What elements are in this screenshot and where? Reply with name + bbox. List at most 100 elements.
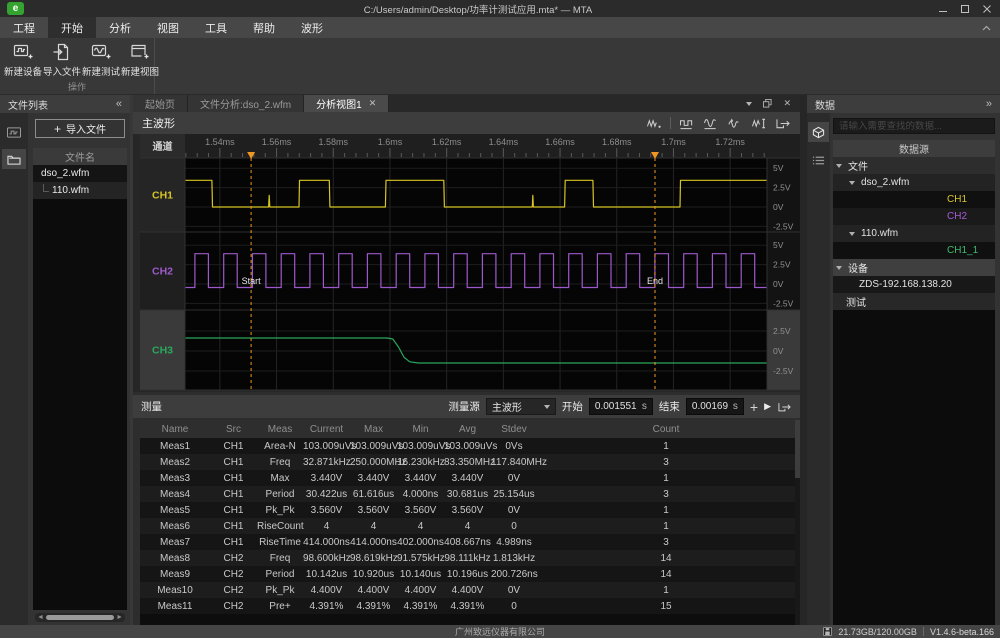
list-icon[interactable] bbox=[808, 150, 829, 170]
measure-source-dropdown[interactable]: 主波形 bbox=[486, 398, 556, 415]
menu-item-开始[interactable]: 开始 bbox=[48, 17, 96, 38]
tree-item-设备[interactable]: 设备 bbox=[833, 259, 995, 276]
data-search-input[interactable] bbox=[839, 121, 989, 132]
collapse-panel-icon[interactable]: « bbox=[116, 98, 122, 110]
tab-close-icon[interactable]: ✕ bbox=[369, 98, 377, 109]
column-header-Current[interactable]: Current bbox=[303, 424, 350, 435]
data-source-header[interactable]: 数据源 bbox=[833, 140, 995, 157]
column-header-Max[interactable]: Max bbox=[350, 424, 397, 435]
table-cell: CH2 bbox=[210, 585, 257, 596]
add-measurement-icon[interactable]: + bbox=[750, 400, 758, 414]
run-measurement-icon[interactable]: ▶ bbox=[764, 401, 771, 412]
tree-item-CH2[interactable]: CH2 bbox=[833, 208, 995, 225]
tree-expand-icon[interactable] bbox=[849, 232, 855, 236]
new-test-icon bbox=[91, 43, 111, 61]
close-view-icon[interactable]: ✕ bbox=[783, 99, 791, 108]
file-name: 110.wfm bbox=[52, 185, 89, 196]
tab-文件分析:dso_2.wfm[interactable]: 文件分析:dso_2.wfm bbox=[188, 95, 304, 112]
import-file-button[interactable]: + 导入文件 bbox=[35, 119, 125, 138]
column-header-Stdev[interactable]: Stdev bbox=[491, 424, 537, 435]
tree-item-110.wfm[interactable]: 110.wfm bbox=[833, 225, 995, 242]
horizontal-scrollbar[interactable]: ◄ ► bbox=[35, 613, 125, 622]
column-header-Count[interactable]: Count bbox=[537, 424, 795, 435]
ribbon-button-新建视图[interactable]: 新建视图 bbox=[121, 41, 159, 78]
square-wave-icon[interactable] bbox=[679, 117, 695, 130]
ribbon-button-新建测试[interactable]: 新建测试 bbox=[82, 41, 120, 78]
export-wave-icon[interactable] bbox=[775, 117, 791, 130]
table-row[interactable]: Meas4CH1Period30.422us61.616us4.000ns30.… bbox=[140, 486, 795, 502]
scroll-right-icon[interactable]: ► bbox=[116, 614, 123, 621]
tree-item-文件[interactable]: 文件 bbox=[833, 157, 995, 174]
table-row[interactable]: Meas5CH1Pk_Pk3.560V3.560V3.560V3.560V0V1 bbox=[140, 502, 795, 518]
wave-cursor-icon[interactable] bbox=[751, 117, 767, 130]
end-time-input[interactable] bbox=[692, 401, 730, 412]
table-row[interactable]: Meas2CH1Freq32.871kHz250.000MHz16.230kHz… bbox=[140, 454, 795, 470]
table-row[interactable]: Meas10CH2Pk_Pk4.400V4.400V4.400V4.400V0V… bbox=[140, 582, 795, 598]
file-list-item[interactable]: dso_2.wfm bbox=[33, 165, 127, 182]
table-row[interactable]: Meas1CH1Area-N103.009uVs103.009uVs103.00… bbox=[140, 438, 795, 454]
expand-panel-icon[interactable]: » bbox=[986, 98, 992, 110]
tree-item-测试[interactable]: 测试 bbox=[833, 293, 995, 310]
table-cell: 3.560V bbox=[444, 505, 491, 516]
table-cell: 16.230kHz bbox=[397, 457, 444, 468]
table-cell: 3.560V bbox=[350, 505, 397, 516]
left-icon-strip bbox=[0, 113, 28, 625]
tab-分析视图1[interactable]: 分析视图1✕ bbox=[304, 95, 389, 112]
table-row[interactable]: Meas8CH2Freq98.600kHz98.619kHz91.575kHz9… bbox=[140, 550, 795, 566]
tab-起始页[interactable]: 起始页 bbox=[133, 95, 188, 112]
tree-item-dso_2.wfm[interactable]: dso_2.wfm bbox=[833, 174, 995, 191]
table-cell: 1.813kHz bbox=[491, 553, 537, 564]
maximize-button[interactable] bbox=[954, 1, 976, 16]
scroll-left-icon[interactable]: ◄ bbox=[37, 614, 44, 621]
data-search-field[interactable] bbox=[833, 118, 995, 134]
tree-item-label: CH1 bbox=[947, 194, 967, 205]
add-measure-icon[interactable] bbox=[646, 117, 662, 130]
sine-wave-icon[interactable] bbox=[703, 117, 719, 130]
folder-icon[interactable] bbox=[2, 149, 26, 169]
restore-view-icon[interactable] bbox=[763, 99, 772, 108]
table-cell: 4.391% bbox=[397, 601, 444, 612]
table-row[interactable]: Meas3CH1Max3.440V3.440V3.440V3.440V0V1 bbox=[140, 470, 795, 486]
tree-expand-icon[interactable] bbox=[849, 181, 855, 185]
wave-file-icon[interactable] bbox=[2, 122, 26, 142]
minimize-button[interactable] bbox=[932, 1, 954, 16]
scrollbar-thumb[interactable] bbox=[46, 615, 114, 620]
start-time-input[interactable] bbox=[595, 401, 639, 412]
column-header-Name[interactable]: Name bbox=[140, 424, 210, 435]
ribbon-button-新建设备[interactable]: 新建设备 bbox=[4, 41, 42, 78]
menu-item-帮助[interactable]: 帮助 bbox=[240, 17, 288, 38]
wave-markers-icon[interactable] bbox=[727, 117, 743, 130]
file-list-item[interactable]: 110.wfm bbox=[33, 182, 127, 199]
waveform-area[interactable]: 5V2.5V0V-2.5V5V2.5V0V-2.5V2.5V0V-2.5V1.5… bbox=[133, 134, 800, 392]
table-cell: 1 bbox=[537, 521, 795, 532]
menu-item-工程[interactable]: 工程 bbox=[0, 17, 48, 38]
tree-item-CH1[interactable]: CH1 bbox=[833, 191, 995, 208]
end-time-field[interactable]: s bbox=[686, 398, 744, 415]
data-panel-content: 数据源 文件dso_2.wfm CH1 CH2 110.wfmCH1_1设备ZDS-1… bbox=[830, 113, 1000, 625]
column-header-Avg[interactable]: Avg bbox=[444, 424, 491, 435]
menu-item-分析[interactable]: 分析 bbox=[96, 17, 144, 38]
column-header-Meas[interactable]: Meas bbox=[257, 424, 303, 435]
tab-list-dropdown-icon[interactable] bbox=[746, 102, 752, 106]
table-row[interactable]: Meas7CH1RiseTime414.000ns414.000ns402.00… bbox=[140, 534, 795, 550]
ribbon-button-导入文件[interactable]: 导入文件 bbox=[43, 41, 81, 78]
start-time-field[interactable]: s bbox=[589, 398, 653, 415]
menu-item-视图[interactable]: 视图 bbox=[144, 17, 192, 38]
tree-expand-icon[interactable] bbox=[836, 266, 842, 270]
column-header-Min[interactable]: Min bbox=[397, 424, 444, 435]
table-row[interactable]: Meas9CH2Period10.142us10.920us10.140us10… bbox=[140, 566, 795, 582]
tree-item-label: CH2 bbox=[947, 211, 967, 222]
collapse-ribbon-icon[interactable] bbox=[982, 17, 1000, 38]
menu-item-波形[interactable]: 波形 bbox=[288, 17, 336, 38]
column-header-Src[interactable]: Src bbox=[210, 424, 257, 435]
waveform-chart[interactable]: 5V2.5V0V-2.5V5V2.5V0V-2.5V2.5V0V-2.5V1.5… bbox=[140, 134, 800, 392]
tree-item-CH1_1[interactable]: CH1_1 bbox=[833, 242, 995, 259]
tree-item-ZDS-192.168.138.20[interactable]: ZDS-192.168.138.20 bbox=[833, 276, 995, 293]
table-row[interactable]: Meas6CH1RiseCount444401 bbox=[140, 518, 795, 534]
cube-icon[interactable] bbox=[808, 122, 829, 142]
menu-item-工具[interactable]: 工具 bbox=[192, 17, 240, 38]
tree-expand-icon[interactable] bbox=[836, 164, 842, 168]
close-button[interactable] bbox=[976, 1, 998, 16]
table-row[interactable]: Meas11CH2Pre+4.391%4.391%4.391%4.391%015 bbox=[140, 598, 795, 614]
export-measurement-icon[interactable] bbox=[777, 401, 792, 413]
